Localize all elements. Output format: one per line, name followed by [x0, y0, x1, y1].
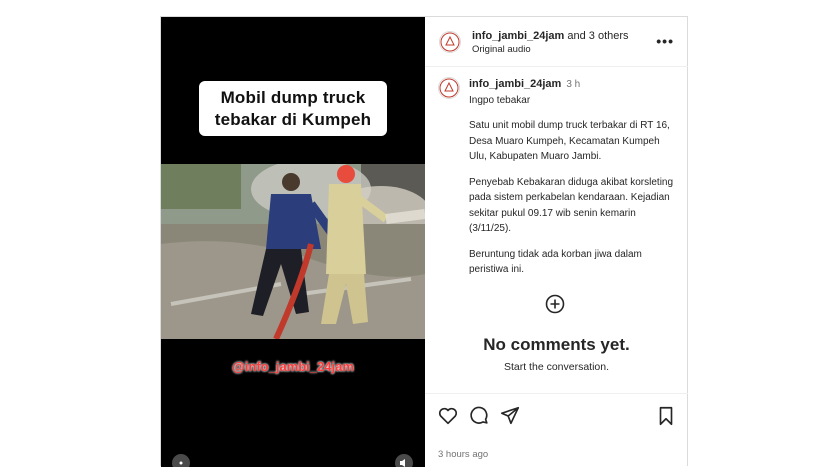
video-frame	[161, 164, 425, 339]
collaborators-text[interactable]: and 3 others	[564, 30, 628, 42]
caption-paragraph-4: Beruntung tidak ada korban jiwa dalam pe…	[469, 248, 642, 276]
bookmark-icon[interactable]	[655, 405, 677, 427]
avatar[interactable]	[439, 31, 461, 53]
fire-scene-illustration	[161, 164, 425, 339]
mute-icon[interactable]	[395, 454, 413, 467]
video-audio-icon[interactable]	[172, 454, 190, 467]
video-title-overlay: Mobil dump truck tebakar di Kumpeh	[199, 81, 387, 136]
caption-username[interactable]: info_jambi_24jam	[469, 78, 561, 90]
video-watermark: @info_jambi_24jam	[232, 359, 354, 374]
post-author[interactable]: info_jambi_24jam and 3 others	[472, 30, 629, 42]
heart-icon[interactable]	[437, 405, 459, 427]
no-comments-title: No comments yet.	[483, 335, 630, 354]
comment-icon[interactable]	[468, 405, 490, 427]
share-icon[interactable]	[499, 405, 521, 427]
header-username[interactable]: info_jambi_24jam	[472, 30, 564, 42]
action-bar: 3 hours ago	[425, 393, 688, 467]
post-container: Mobil dump truck tebakar di Kumpeh @info…	[160, 16, 688, 467]
posted-time[interactable]: 3 hours ago	[438, 449, 488, 460]
start-conversation-text: Start the conversation.	[503, 361, 610, 373]
caption-avatar[interactable]	[438, 77, 460, 99]
add-comment-icon[interactable]	[545, 294, 565, 314]
original-audio-link[interactable]: Original audio	[472, 44, 531, 55]
video-player[interactable]: Mobil dump truck tebakar di Kumpeh @info…	[161, 17, 425, 467]
more-horizontal-icon[interactable]: •••	[656, 33, 674, 49]
caption-paragraph-2: Satu unit mobil dump truck terbakar di R…	[469, 120, 670, 162]
video-title-line-2: tebakar di Kumpeh	[214, 109, 372, 129]
caption-time[interactable]: 3 h	[566, 79, 580, 90]
caption-paragraph-1: Ingpo tebakar	[469, 94, 531, 106]
caption-paragraph-3: Penyebab Kebakaran diduga akibat korslet…	[469, 176, 674, 235]
caption-block: info_jambi_24jam 3 h Ingpo tebakar Satu u…	[469, 77, 679, 278]
post-header: info_jambi_24jam and 3 others Original a…	[425, 17, 688, 67]
video-title-line-1: Mobil dump truck	[220, 87, 366, 107]
post-details-panel: info_jambi_24jam and 3 others Original a…	[425, 17, 688, 467]
